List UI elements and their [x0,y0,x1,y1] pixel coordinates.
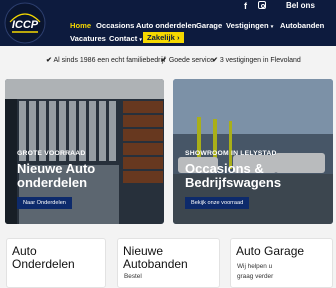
card-kicker: GROTE VOORRAAD [17,150,86,157]
facebook-icon[interactable]: f [244,1,247,11]
zakelijk-button[interactable]: Zakelijk › [143,32,184,43]
nav-garage[interactable]: Garage [196,21,222,30]
card-title-line: Nieuwe Auto [17,161,96,176]
instagram-icon[interactable] [258,1,266,9]
nav-contact[interactable]: Contact ▾ [109,34,142,43]
bottom-card-title: Auto Garage [236,244,305,258]
call-us-link[interactable]: Bel ons [286,1,315,10]
usp-item: ✔ Al sinds 1986 een echt familiebedrijf [46,56,166,64]
bottom-card-title-line: Nieuwe [123,244,164,258]
card-title-line: onderdelen [17,175,88,190]
bottom-card-text: Wij helpen u [237,263,273,270]
usp-item: ✔ Goede service [161,56,214,64]
bottom-card-onderdelen[interactable]: Auto Onderdelen [6,238,106,288]
chevron-down-icon: ▾ [139,37,142,43]
check-icon: ✔ [212,57,218,64]
usp-text: Al sinds 1986 een echt familiebedrijf [53,57,166,64]
bottom-card-title-line: Onderdelen [12,257,75,271]
bottom-card-title: Nieuwe Autobanden [123,245,188,271]
nav-auto-onderdelen[interactable]: Auto onderdelen [136,21,196,30]
bottom-card-autobanden[interactable]: Nieuwe Autobanden Bestel [117,238,220,288]
bottom-card-text: Bestel [124,273,142,280]
card-title-line: Occasions & [185,161,264,176]
naar-onderdelen-button[interactable]: Naar Onderdelen [17,197,72,209]
bekijk-voorraad-button[interactable]: Bekijk onze voorraad [185,197,250,209]
card-title-line: Bedrijfswagens [185,175,282,190]
usp-text: 3 vestigingen in Flevoland [219,57,301,64]
bottom-card-title: Auto Onderdelen [12,245,75,271]
bottom-card-title-line: Auto [12,244,37,258]
bottom-card-garage[interactable]: Auto Garage Wij helpen u graag verder [230,238,333,288]
nav-autobanden[interactable]: Autobanden [280,21,324,30]
nav-occasions[interactable]: Occasions [96,21,134,30]
nav-vestigingen[interactable]: Vestigingen ▾ [226,21,273,30]
logo-text: ICCP [12,19,39,31]
usp-bar: ✔ Al sinds 1986 een echt familiebedrijf … [0,53,336,67]
check-icon: ✔ [46,57,52,64]
site-header: ICCP f Bel ons Home Occasions Auto onder… [0,0,336,46]
zakelijk-label: Zakelijk [147,33,175,42]
nav-vestigingen-label: Vestigingen [226,21,269,30]
site-logo[interactable]: ICCP [4,2,46,44]
usp-item: ✔ 3 vestigingen in Flevoland [212,56,301,64]
bottom-card-text: graag verder [237,273,274,280]
card-title: Occasions & Bedrijfswagens [185,162,281,190]
nav-home[interactable]: Home [70,21,91,30]
card-auto-onderdelen[interactable]: GROTE VOORRAAD Nieuwe Auto onderdelen Naa… [5,79,164,224]
chevron-down-icon: ▾ [270,24,274,30]
nav-vacatures[interactable]: Vacatures [70,34,106,43]
chevron-right-icon: › [177,33,180,42]
bottom-card-title-line: Autobanden [123,257,188,271]
nav-contact-label: Contact [109,34,138,43]
usp-text: Goede service [168,57,214,64]
card-title: Nieuwe Auto onderdelen [17,162,95,190]
card-kicker: SHOWROOM IN LELYSTAD [185,150,277,157]
check-icon: ✔ [161,57,167,64]
card-occasions[interactable]: SHOWROOM IN LELYSTAD Occasions & Bedrijfs… [173,79,333,224]
